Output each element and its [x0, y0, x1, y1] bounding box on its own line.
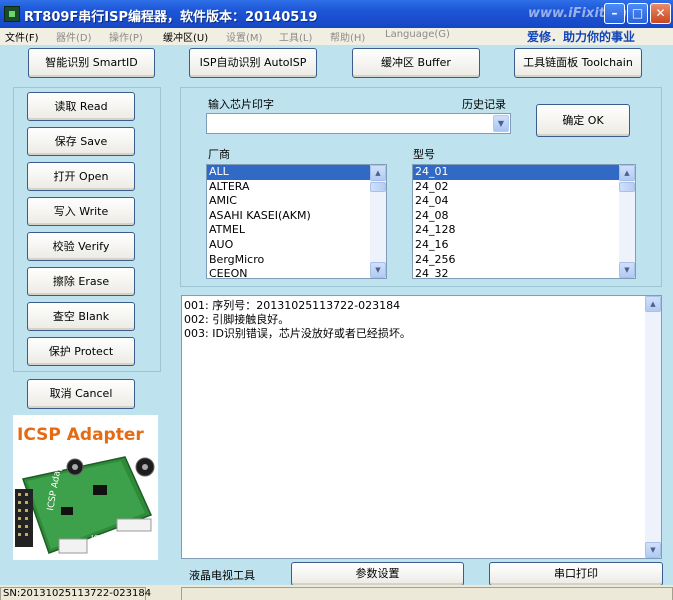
log-scrollbar[interactable]: ▲ ▼ — [645, 296, 661, 558]
maximize-icon: □ — [631, 6, 644, 20]
model-list-item[interactable]: 24_04 — [413, 194, 635, 209]
arrow-down-icon[interactable]: ▼ — [645, 542, 661, 558]
model-scroll-thumb[interactable] — [619, 182, 635, 192]
icsp-adapter-image: ICSP Adapter ICSP Adapter ICSP — [13, 415, 158, 560]
toolchain-button[interactable]: 工具链面板 Toolchain — [514, 48, 642, 78]
vendor-listbox[interactable]: ALL ALTERA AMIC ASAHI KASEI(AKM) ATMEL AUO Ber… — [206, 164, 387, 279]
vendor-list-item[interactable]: AMIC — [207, 194, 386, 209]
serial-print-button[interactable]: 串口打印 — [489, 562, 663, 586]
ok-button[interactable]: 确定 OK — [536, 104, 630, 137]
autoisp-button[interactable]: ISP自动识别 AutoISP — [189, 48, 317, 78]
vendor-scrollbar[interactable]: ▲ ▼ — [370, 165, 386, 278]
menu-device[interactable]: 器件(D) — [56, 29, 92, 44]
arrow-up-icon[interactable]: ▲ — [370, 165, 386, 181]
vendor-list-item[interactable]: AUO — [207, 238, 386, 253]
close-icon: ✕ — [655, 6, 666, 20]
close-button[interactable]: ✕ — [650, 3, 671, 24]
menu-tools[interactable]: 工具(L) — [279, 29, 312, 44]
model-scrollbar[interactable]: ▲ ▼ — [619, 165, 635, 278]
chip-icon — [4, 6, 20, 22]
model-list-item[interactable]: 24_32 — [413, 267, 635, 278]
model-list-item[interactable]: 24_01 — [413, 165, 635, 180]
model-list-item[interactable]: 24_02 — [413, 180, 635, 195]
log-line: 001: 序列号：20131025113722-023184 — [184, 299, 401, 312]
blank-button[interactable]: 查空 Blank — [27, 302, 135, 331]
save-button[interactable]: 保存 Save — [27, 127, 135, 156]
menu-settings[interactable]: 设置(M) — [226, 29, 262, 44]
vendor-list-item[interactable]: ALL — [207, 165, 386, 180]
vendor-list-items: ALL ALTERA AMIC ASAHI KASEI(AKM) ATMEL AUO Ber… — [207, 165, 386, 278]
status-pane-2 — [181, 587, 673, 600]
model-list-item[interactable]: 24_08 — [413, 209, 635, 224]
menu-buffer[interactable]: 缓冲区(U) — [163, 29, 208, 44]
vendor-list-item[interactable]: ALTERA — [207, 180, 386, 195]
log-line: 002: 引脚接触良好。 — [184, 313, 290, 326]
menu-operation[interactable]: 操作(P) — [109, 29, 143, 44]
minimize-icon: – — [611, 6, 618, 20]
vendor-scroll-thumb[interactable] — [370, 182, 386, 192]
model-list-items: 24_01 24_02 24_04 24_08 24_128 24_16 24_256 24_… — [413, 165, 635, 278]
params-button[interactable]: 参数设置 — [291, 562, 464, 586]
erase-button[interactable]: 擦除 Erase — [27, 267, 135, 296]
model-list-item[interactable]: 24_256 — [413, 253, 635, 268]
log-output[interactable]: 001: 序列号：20131025113722-023184 002: 引脚接触… — [181, 295, 662, 559]
menu-help[interactable]: 帮助(H) — [330, 29, 365, 44]
model-label: 型号 — [413, 148, 435, 161]
vendor-list-item[interactable]: ATMEL — [207, 223, 386, 238]
vendor-label: 厂商 — [208, 148, 230, 161]
chevron-down-icon[interactable]: ▼ — [493, 115, 509, 132]
protect-button[interactable]: 保护 Protect — [27, 337, 135, 366]
smartid-button[interactable]: 智能识别 SmartID — [28, 48, 155, 78]
buffer-button[interactable]: 缓冲区 Buffer — [352, 48, 480, 78]
log-line: 003: ID识别错误，芯片没放好或者已经损坏。 — [184, 327, 411, 340]
open-button[interactable]: 打开 Open — [27, 162, 135, 191]
menu-language[interactable]: Language(G) — [385, 29, 450, 40]
window-title: RT809F串行ISP编程器，软件版本：20140519 — [24, 10, 318, 25]
model-list-item[interactable]: 24_128 — [413, 223, 635, 238]
arrow-up-icon[interactable]: ▲ — [645, 296, 661, 312]
menu-file[interactable]: 文件(F) — [5, 29, 39, 44]
verify-button[interactable]: 校验 Verify — [27, 232, 135, 261]
status-serial: SN:20131025113722-023184 — [0, 587, 151, 600]
chip-input-label: 输入芯片印字 — [208, 98, 274, 111]
model-list-item[interactable]: 24_16 — [413, 238, 635, 253]
arrow-down-icon[interactable]: ▼ — [619, 262, 635, 278]
lcd-tools-label: 液晶电视工具 — [189, 569, 255, 582]
arrow-up-icon[interactable]: ▲ — [619, 165, 635, 181]
arrow-down-icon[interactable]: ▼ — [370, 262, 386, 278]
history-label: 历史记录 — [462, 98, 506, 111]
adapter-board-illustration: ICSP Adapter ICSP — [15, 452, 155, 554]
adapter-title: ICSP Adapter — [17, 425, 144, 445]
maximize-button[interactable]: □ — [627, 3, 648, 24]
read-button[interactable]: 读取 Read — [27, 92, 135, 121]
minimize-button[interactable]: – — [604, 3, 625, 24]
vendor-list-item[interactable]: BergMicro — [207, 253, 386, 268]
write-button[interactable]: 写入 Write — [27, 197, 135, 226]
board-label-icsp: ICSP — [91, 534, 109, 543]
cancel-button[interactable]: 取消 Cancel — [27, 379, 135, 409]
slogan: 爱修．助力你的事业 — [527, 30, 636, 44]
chip-input-combo[interactable]: ▼ — [206, 113, 511, 134]
model-listbox[interactable]: 24_01 24_02 24_04 24_08 24_128 24_16 24_256 24_… — [412, 164, 636, 279]
vendor-list-item[interactable]: ASAHI KASEI(AKM) — [207, 209, 386, 224]
vendor-list-item[interactable]: CEEON — [207, 267, 386, 278]
